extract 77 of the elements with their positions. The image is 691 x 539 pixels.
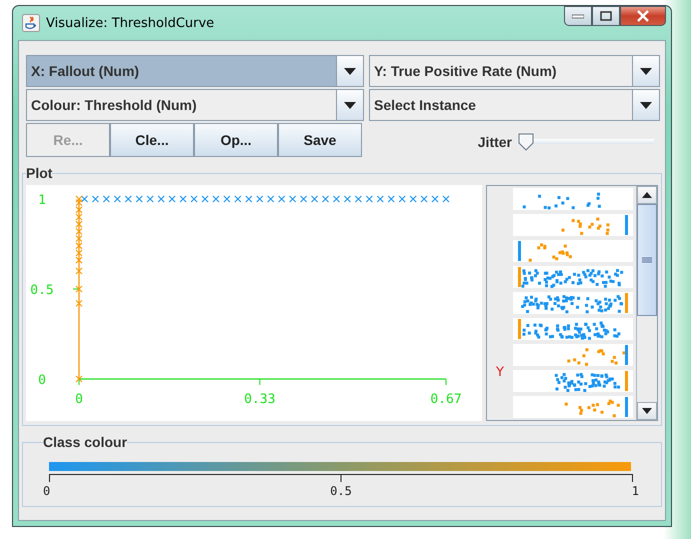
data-point [344,195,351,203]
y-tick [72,288,80,290]
maximize-button[interactable] [592,6,620,26]
scroll-up-button[interactable] [637,186,657,204]
data-point [75,285,83,293]
y-tick-label: 0 [38,373,46,388]
data-point [354,195,362,203]
x-tick-label: 0 [75,392,83,407]
dropdown[interactable]: X: Fallout (Num) [26,55,364,87]
caret-icon [344,102,356,108]
data-point [420,195,428,203]
data-point [168,195,176,203]
data-point [278,195,286,203]
scale-label: 0 [43,484,50,498]
dropdown[interactable]: Colour: Threshold (Num) [26,89,364,121]
data-point [256,195,264,203]
scale-label: 0.5 [330,484,352,498]
caret-icon [640,68,652,74]
data-point [190,195,198,203]
data-point [201,195,209,203]
data-point [180,195,187,203]
data-point [223,195,230,203]
data-point [300,195,308,203]
data-point [432,195,439,203]
scroll-thumb[interactable] [637,204,657,316]
close-button[interactable] [620,6,666,26]
minimize-icon [572,13,584,19]
data-point [136,195,143,203]
data-point [289,195,296,203]
minimize-button[interactable] [564,6,592,26]
x-tick-label: 0.67 [430,392,462,407]
coffee-cup-icon [22,14,40,32]
data-point [332,195,340,203]
close-icon [636,10,650,22]
toolbar-button[interactable]: Op... [194,123,278,157]
data-point [212,195,220,203]
x-tick-label: 0.33 [244,392,276,407]
caret-icon [640,102,652,108]
dropdown[interactable]: Select Instance [369,89,660,121]
data-point [92,195,99,203]
dropdown[interactable]: Y: True Positive Rate (Num) [369,55,660,87]
data-point [75,267,83,275]
axis-marker: Y [496,365,504,380]
data-point [75,300,83,307]
save-button[interactable]: Save [278,123,362,157]
data-point [267,195,274,203]
jitter-label: Jitter [478,134,512,150]
caret-icon [344,68,356,74]
data-point [114,195,121,203]
data-point [398,195,406,203]
window-title: Visualize: ThresholdCurve [46,16,214,30]
plot-title: Plot [26,165,52,181]
data-point [410,195,417,203]
data-point [124,195,132,203]
data-point [234,195,242,203]
up-arrow-icon [642,192,652,198]
data-point [102,195,110,203]
data-point [245,195,252,203]
y-tick-label: 0.5 [30,283,54,298]
legend-title: Class colour [43,434,128,450]
data-point [442,195,450,203]
scroll-down-button[interactable] [637,402,657,420]
toolbar-button[interactable]: Cle... [110,123,194,157]
down-arrow-icon [642,408,652,414]
data-point [376,195,384,203]
slider-thumb[interactable] [518,133,534,151]
y-tick-label: 1 [38,193,46,208]
data-point [388,195,395,203]
scrollbar[interactable] [636,186,657,420]
data-point [322,195,330,203]
data-point [75,375,83,383]
maximize-icon [600,11,612,21]
data-point [310,195,318,203]
data-point [146,195,154,203]
data-point [366,195,373,203]
data-point [158,195,165,203]
scale-label: 1 [632,484,639,498]
